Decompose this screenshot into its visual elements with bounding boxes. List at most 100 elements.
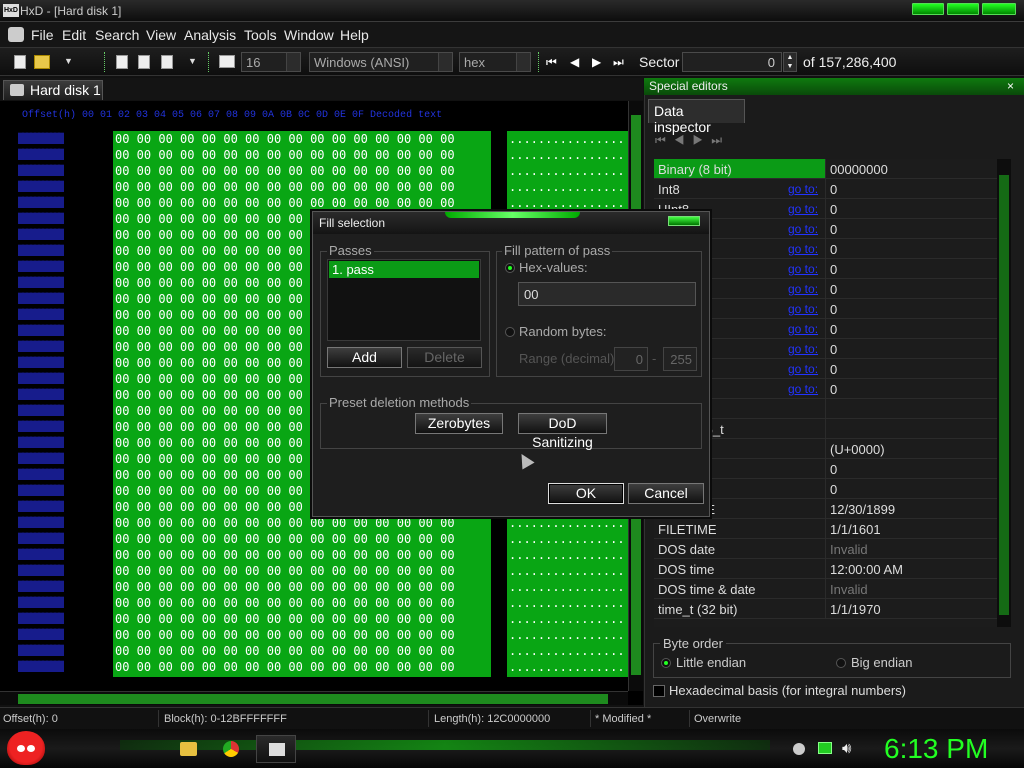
go-to-link[interactable]: go to: — [788, 342, 818, 356]
menu-help[interactable]: Help — [340, 27, 369, 43]
hex-horizontal-scrollbar[interactable] — [0, 691, 628, 705]
hex-row[interactable]: 00 00 00 00 00 00 00 00 00 00 00 00 00 0… — [115, 611, 491, 627]
taskbar-chrome[interactable] — [214, 735, 248, 763]
menu-tools[interactable]: Tools — [244, 27, 277, 43]
close-window-button[interactable] — [982, 3, 1016, 15]
decoded-row[interactable]: ................ — [509, 531, 628, 547]
taskbar-explorer[interactable] — [172, 735, 206, 763]
go-to-link[interactable]: go to: — [788, 362, 818, 376]
go-to-link[interactable]: go to: — [788, 222, 818, 236]
open-dropdown-icon[interactable]: ▼ — [64, 56, 73, 66]
decoded-row[interactable]: ................ — [509, 563, 628, 579]
next-sector-icon[interactable]: ▶ — [592, 56, 601, 68]
range-to-input[interactable]: 255 — [663, 347, 697, 371]
little-endian-radio[interactable] — [661, 658, 671, 668]
hex-values-input[interactable]: 00 — [518, 282, 696, 306]
inspector-field-value[interactable]: 0 — [830, 342, 837, 357]
hex-row[interactable]: 00 00 00 00 00 00 00 00 00 00 00 00 00 0… — [115, 547, 491, 563]
dialog-close-button[interactable] — [668, 216, 700, 226]
save-icon[interactable] — [116, 55, 128, 69]
inspector-row[interactable]: DOS time & date Invalid — [654, 579, 997, 599]
go-to-link[interactable]: go to: — [788, 202, 818, 216]
zerobytes-button[interactable]: Zerobytes — [415, 413, 503, 434]
decoded-row[interactable]: ................ — [509, 643, 628, 659]
menu-app-icon[interactable] — [8, 27, 24, 42]
inspector-navigation[interactable]: ⏮◀▶⏭ — [655, 133, 730, 148]
hex-row[interactable]: 00 00 00 00 00 00 00 00 00 00 00 00 00 0… — [115, 595, 491, 611]
big-endian-radio[interactable] — [836, 658, 846, 668]
offset-base-select[interactable]: hex — [459, 52, 531, 72]
hex-row[interactable]: 00 00 00 00 00 00 00 00 00 00 00 00 00 0… — [115, 163, 491, 179]
hex-row[interactable]: 00 00 00 00 00 00 00 00 00 00 00 00 00 0… — [115, 147, 491, 163]
hex-row[interactable]: 00 00 00 00 00 00 00 00 00 00 00 00 00 0… — [115, 179, 491, 195]
decoded-row[interactable]: ................ — [509, 195, 628, 211]
hex-row[interactable]: 00 00 00 00 00 00 00 00 00 00 00 00 00 0… — [115, 579, 491, 595]
inspector-field-value[interactable]: 0 — [830, 462, 837, 477]
hex-row[interactable]: 00 00 00 00 00 00 00 00 00 00 00 00 00 0… — [115, 643, 491, 659]
decoded-row[interactable]: ................ — [509, 611, 628, 627]
go-to-link[interactable]: go to: — [788, 242, 818, 256]
hex-row[interactable]: 00 00 00 00 00 00 00 00 00 00 00 00 00 0… — [115, 627, 491, 643]
menu-analysis[interactable]: Analysis — [184, 27, 236, 43]
inspector-field-value[interactable]: 0 — [830, 482, 837, 497]
taskbar-hxd[interactable] — [256, 735, 296, 763]
new-file-icon[interactable] — [14, 55, 26, 69]
inspector-row[interactable]: Binary (8 bit) 00000000 — [654, 159, 997, 179]
inspector-field-value[interactable]: 0 — [830, 222, 837, 237]
maximize-button[interactable] — [947, 3, 979, 15]
charset-select[interactable]: Windows (ANSI) — [309, 52, 453, 72]
decoded-row[interactable]: ................ — [509, 579, 628, 595]
close-icon[interactable]: × — [1007, 79, 1014, 93]
go-to-link[interactable]: go to: — [788, 282, 818, 296]
start-button[interactable] — [7, 731, 45, 765]
minimize-button[interactable] — [912, 3, 944, 15]
go-to-link[interactable]: go to: — [788, 182, 818, 196]
tray-arrow-icon[interactable] — [793, 743, 805, 755]
menu-search[interactable]: Search — [95, 27, 139, 43]
decoded-row[interactable]: ................ — [509, 131, 628, 147]
sector-input[interactable]: 0 — [682, 52, 782, 72]
dod-sanitizing-button[interactable]: DoD Sanitizing — [518, 413, 607, 450]
inspector-field-value[interactable]: Invalid — [830, 542, 868, 557]
menu-edit[interactable]: Edit — [62, 27, 86, 43]
inspector-field-value[interactable]: 0 — [830, 362, 837, 377]
inspector-field-value[interactable]: (U+0000) — [830, 442, 885, 457]
layout-icon[interactable] — [219, 55, 235, 68]
inspector-field-value[interactable]: 0 — [830, 282, 837, 297]
first-sector-icon[interactable]: ⏮ — [546, 56, 557, 68]
volume-icon[interactable]: 🔊︎ — [842, 740, 851, 757]
inspector-row[interactable]: DOS time 12:00:00 AM — [654, 559, 997, 579]
inspector-field-value[interactable]: 0 — [830, 322, 837, 337]
save-all-icon[interactable] — [138, 55, 150, 69]
decoded-row[interactable]: ................ — [509, 659, 628, 675]
cancel-button[interactable]: Cancel — [628, 483, 704, 504]
save-dropdown-icon[interactable]: ▼ — [188, 56, 197, 66]
inspector-field-value[interactable]: 0 — [830, 382, 837, 397]
inspector-field-value[interactable]: 0 — [830, 302, 837, 317]
inspector-scrollbar[interactable] — [997, 159, 1011, 627]
decoded-row[interactable]: ................ — [509, 547, 628, 563]
inspector-row[interactable]: DOS date Invalid — [654, 539, 997, 559]
hex-row[interactable]: 00 00 00 00 00 00 00 00 00 00 00 00 00 0… — [115, 515, 491, 531]
ok-button[interactable]: OK — [548, 483, 624, 504]
add-pass-button[interactable]: Add — [327, 347, 402, 368]
go-to-link[interactable]: go to: — [788, 302, 818, 316]
hex-row[interactable]: 00 00 00 00 00 00 00 00 00 00 00 00 00 0… — [115, 531, 491, 547]
go-to-link[interactable]: go to: — [788, 382, 818, 396]
decoded-row[interactable]: ................ — [509, 595, 628, 611]
network-icon[interactable] — [818, 742, 832, 754]
delete-pass-button[interactable]: Delete — [407, 347, 482, 368]
clock[interactable]: 6:13 PM — [884, 733, 988, 765]
last-sector-icon[interactable]: ⏭ — [613, 56, 624, 68]
scroll-thumb[interactable] — [18, 694, 608, 704]
decoded-row[interactable]: ................ — [509, 163, 628, 179]
hex-row[interactable]: 00 00 00 00 00 00 00 00 00 00 00 00 00 0… — [115, 131, 491, 147]
inspector-field-value[interactable]: 1/1/1601 — [830, 522, 881, 537]
decoded-row[interactable]: ................ — [509, 179, 628, 195]
tab-hard-disk[interactable]: Hard disk 1 — [3, 80, 103, 100]
inspector-field-value[interactable]: 00000000 — [830, 162, 888, 177]
hex-row[interactable]: 00 00 00 00 00 00 00 00 00 00 00 00 00 0… — [115, 563, 491, 579]
hex-basis-checkbox[interactable] — [653, 685, 665, 697]
hex-values-radio[interactable] — [505, 263, 515, 273]
pass-list-item[interactable]: 1. pass — [329, 261, 479, 278]
